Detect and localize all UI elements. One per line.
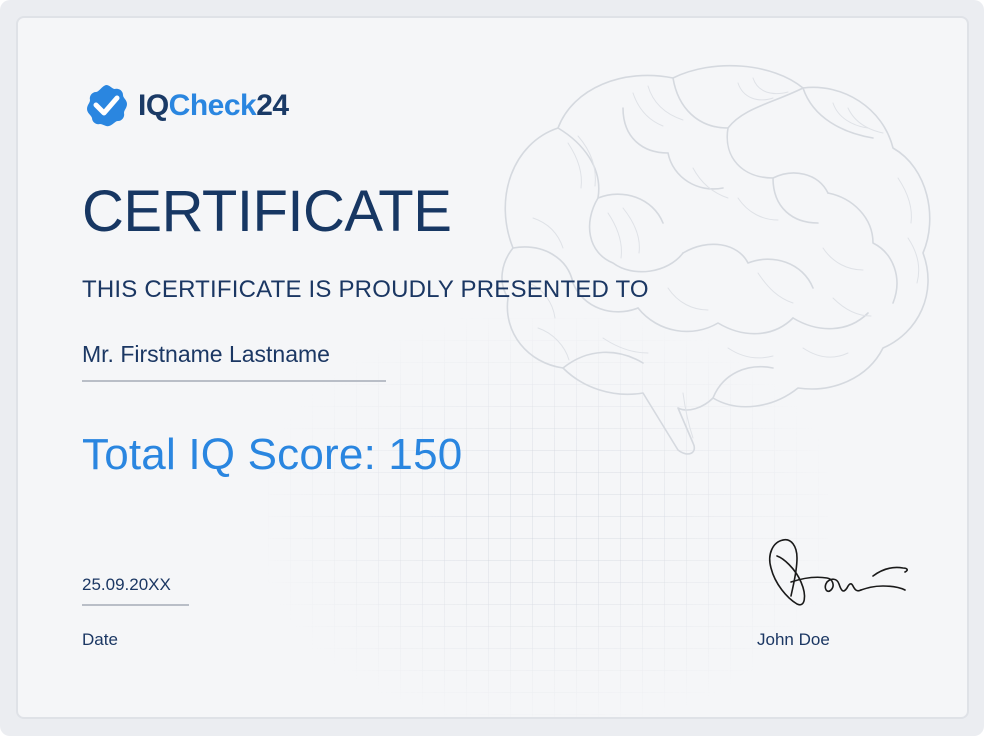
date-value: 25.09.20XX: [82, 575, 171, 594]
brand-name: IQCheck24: [138, 89, 289, 123]
brain-illustration: [501, 64, 931, 455]
brand-name-part-number: 24: [256, 89, 289, 122]
checkmark-badge-icon: [87, 85, 127, 127]
certificate-card: IQCheck24 CERTIFICATE THIS CERTIFICATE I…: [16, 16, 969, 719]
iq-score: Total IQ Score: 150: [82, 430, 463, 479]
recipient-underline: [82, 380, 386, 382]
certificate-title: CERTIFICATE: [82, 179, 452, 244]
handwritten-signature: [768, 538, 908, 606]
brand-name-part-iq: IQ: [138, 89, 169, 122]
signer-name: John Doe: [757, 630, 830, 649]
recipient-name: Mr. Firstname Lastname: [82, 341, 330, 367]
brand-name-part-check: Check: [168, 89, 257, 122]
date-label: Date: [82, 630, 118, 649]
page-background: IQCheck24 CERTIFICATE THIS CERTIFICATE I…: [0, 0, 984, 736]
certificate-subtitle: THIS CERTIFICATE IS PROUDLY PRESENTED TO: [82, 276, 649, 303]
brand-logo: IQCheck24: [82, 80, 289, 132]
date-underline: [82, 604, 189, 606]
